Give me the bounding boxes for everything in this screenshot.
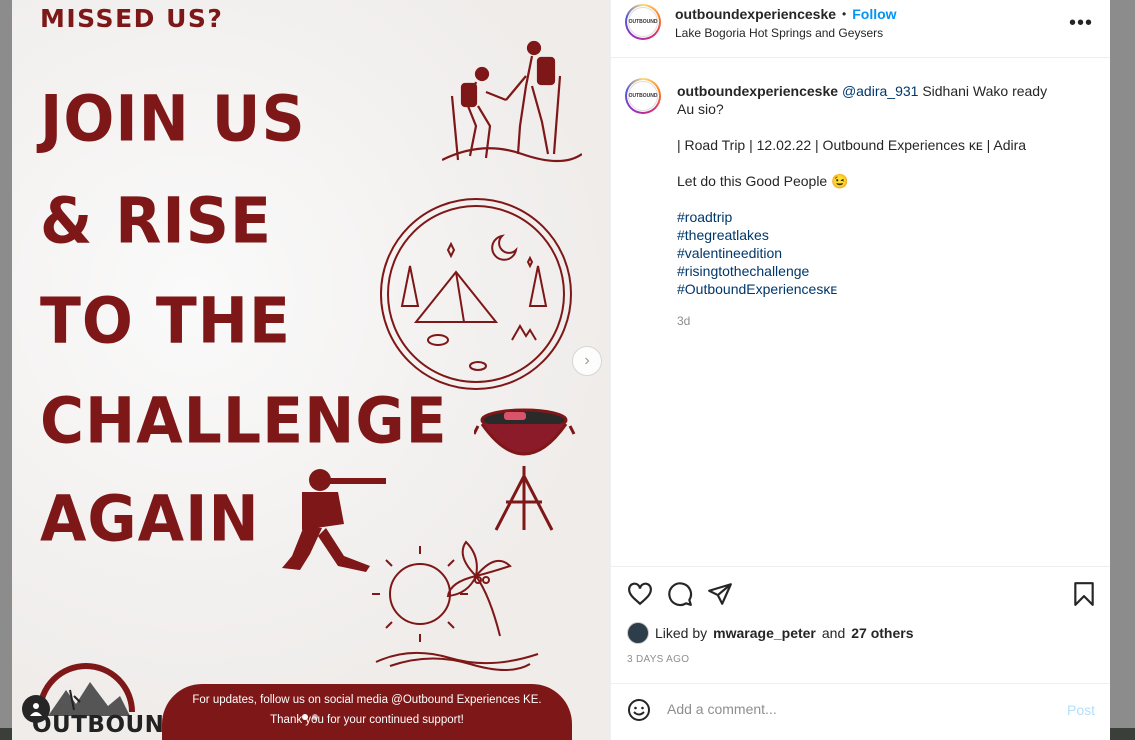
beach-illustration [372, 540, 539, 671]
liker-username[interactable]: mwarage_peter [713, 625, 816, 641]
hashtag-link[interactable]: #OutboundExperiencesᴋᴇ [677, 280, 1087, 298]
carousel-dot [302, 714, 308, 720]
comment-icon[interactable] [667, 581, 693, 607]
likes-prefix: Liked by [655, 625, 708, 641]
caption-username[interactable]: outboundexperienceske [677, 83, 838, 99]
post-comment-button[interactable]: Post [1067, 702, 1095, 718]
avatar-logo: OUTBOUND [628, 7, 658, 37]
caption-text-2: Au sio? [677, 101, 724, 117]
poster-line-5: AGAIN [40, 482, 260, 557]
hashtag-link[interactable]: #valentineedition [677, 244, 1087, 262]
poster-missed-heading: MISSED US? [40, 4, 224, 33]
post-header: OUTBOUND outboundexperienceske • Follow … [611, 0, 1110, 58]
header-separator: • [842, 7, 847, 21]
user-tag-icon [30, 703, 42, 716]
hashtag-link[interactable]: #roadtrip [677, 208, 1087, 226]
hikers-illustration [442, 40, 582, 163]
poster-line-3: TO THE [40, 284, 291, 359]
poster-line-1: JOIN US [40, 82, 306, 157]
caption-avatar[interactable]: OUTBOUND [625, 78, 661, 114]
banner-line-2: Thank you for your continued support! [270, 714, 464, 726]
caption-text-3: | Road Trip | 12.02.22 | Outbound Experi… [677, 137, 1027, 153]
poster-banner: For updates, follow us on social media @… [162, 684, 572, 740]
action-bar [611, 566, 1110, 617]
post-media[interactable]: MISSED US? JOIN US & RISE TO THE CHALLEN… [12, 0, 610, 740]
caption-mention[interactable]: @adira_931 [842, 83, 919, 99]
next-slide-button[interactable]: › [572, 346, 602, 376]
hashtag-link[interactable]: #risingtothechallenge [677, 262, 1087, 280]
avatar-logo: OUTBOUND [628, 81, 658, 111]
user-tag-button[interactable] [22, 695, 50, 723]
more-options-button[interactable]: ••• [1069, 12, 1093, 35]
likes-summary: Liked by mwarage_peter and 27 others [627, 622, 913, 644]
poster-line-2: & RISE [40, 184, 272, 259]
banner-line-1: For updates, follow us on social media @… [192, 694, 542, 706]
chevron-right-icon: › [584, 352, 590, 369]
camping-badge-illustration [380, 198, 572, 390]
hashtag-list: #roadtrip #thegreatlakes #valentineediti… [677, 208, 1087, 298]
emoji-icon[interactable] [627, 698, 651, 722]
heart-icon[interactable] [627, 581, 653, 607]
comment-input[interactable] [665, 700, 1029, 718]
caption-text-1: Sidhani Wako ready [918, 83, 1048, 99]
follow-button[interactable]: Follow [852, 6, 896, 22]
grill-illustration [474, 408, 576, 531]
share-icon[interactable] [707, 581, 733, 607]
comment-box: Post [611, 683, 1110, 740]
caption-text-4: Let do this Good People 😉 [677, 173, 849, 189]
more-icon: ••• [1068, 12, 1093, 34]
post-location[interactable]: Lake Bogoria Hot Springs and Geysers [675, 26, 883, 40]
hashtag-link[interactable]: #thegreatlakes [677, 226, 1087, 244]
author-avatar[interactable]: OUTBOUND [625, 4, 661, 40]
likes-middle: and [821, 625, 846, 641]
carousel-dot [312, 714, 318, 720]
post-caption: outboundexperienceske @adira_931 Sidhani… [677, 82, 1087, 330]
carousel-indicator [302, 714, 318, 720]
posted-ago[interactable]: 3 DAYS AGO [627, 654, 689, 665]
liker-avatar[interactable] [627, 622, 649, 644]
post-details-panel: OUTBOUND outboundexperienceske • Follow … [610, 0, 1110, 740]
bookmark-icon[interactable] [1071, 581, 1097, 607]
author-username[interactable]: outboundexperienceske [675, 6, 836, 22]
post-modal: MISSED US? JOIN US & RISE TO THE CHALLEN… [12, 0, 1110, 740]
caption-time[interactable]: 3d [677, 312, 1087, 330]
likes-others[interactable]: 27 others [851, 625, 913, 641]
poster-line-4: CHALLENGE [40, 384, 448, 459]
